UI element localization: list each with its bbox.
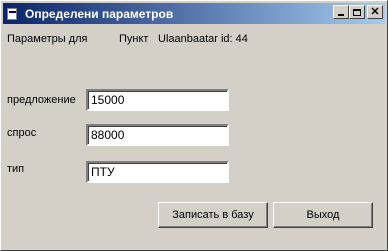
close-button[interactable]: ✕ bbox=[367, 5, 383, 19]
point-value: Ulaanbaatar id: 44 bbox=[158, 33, 248, 45]
app-icon bbox=[6, 7, 20, 21]
params-label: Параметры для bbox=[7, 33, 88, 45]
type-label: тип bbox=[7, 163, 25, 175]
window-title: Определени параметров bbox=[25, 6, 174, 21]
save-to-db-button[interactable]: Записать в базу bbox=[158, 202, 268, 228]
maximize-icon bbox=[353, 8, 361, 16]
supply-input[interactable] bbox=[86, 89, 229, 111]
type-input[interactable] bbox=[86, 161, 229, 183]
maximize-button[interactable] bbox=[349, 5, 365, 19]
demand-input[interactable] bbox=[86, 124, 229, 146]
exit-button[interactable]: Выход bbox=[273, 202, 373, 228]
point-label: Пункт bbox=[119, 33, 149, 45]
demand-label: спрос bbox=[7, 127, 37, 139]
supply-label: предложение bbox=[7, 94, 76, 106]
close-icon: ✕ bbox=[370, 5, 380, 18]
dialog-window: Определени параметров ✕ Параметры для Пу… bbox=[0, 0, 388, 251]
minimize-icon bbox=[338, 14, 344, 16]
minimize-button[interactable] bbox=[333, 5, 349, 19]
window-controls: ✕ bbox=[333, 5, 383, 19]
title-bar[interactable]: Определени параметров ✕ bbox=[3, 3, 385, 24]
